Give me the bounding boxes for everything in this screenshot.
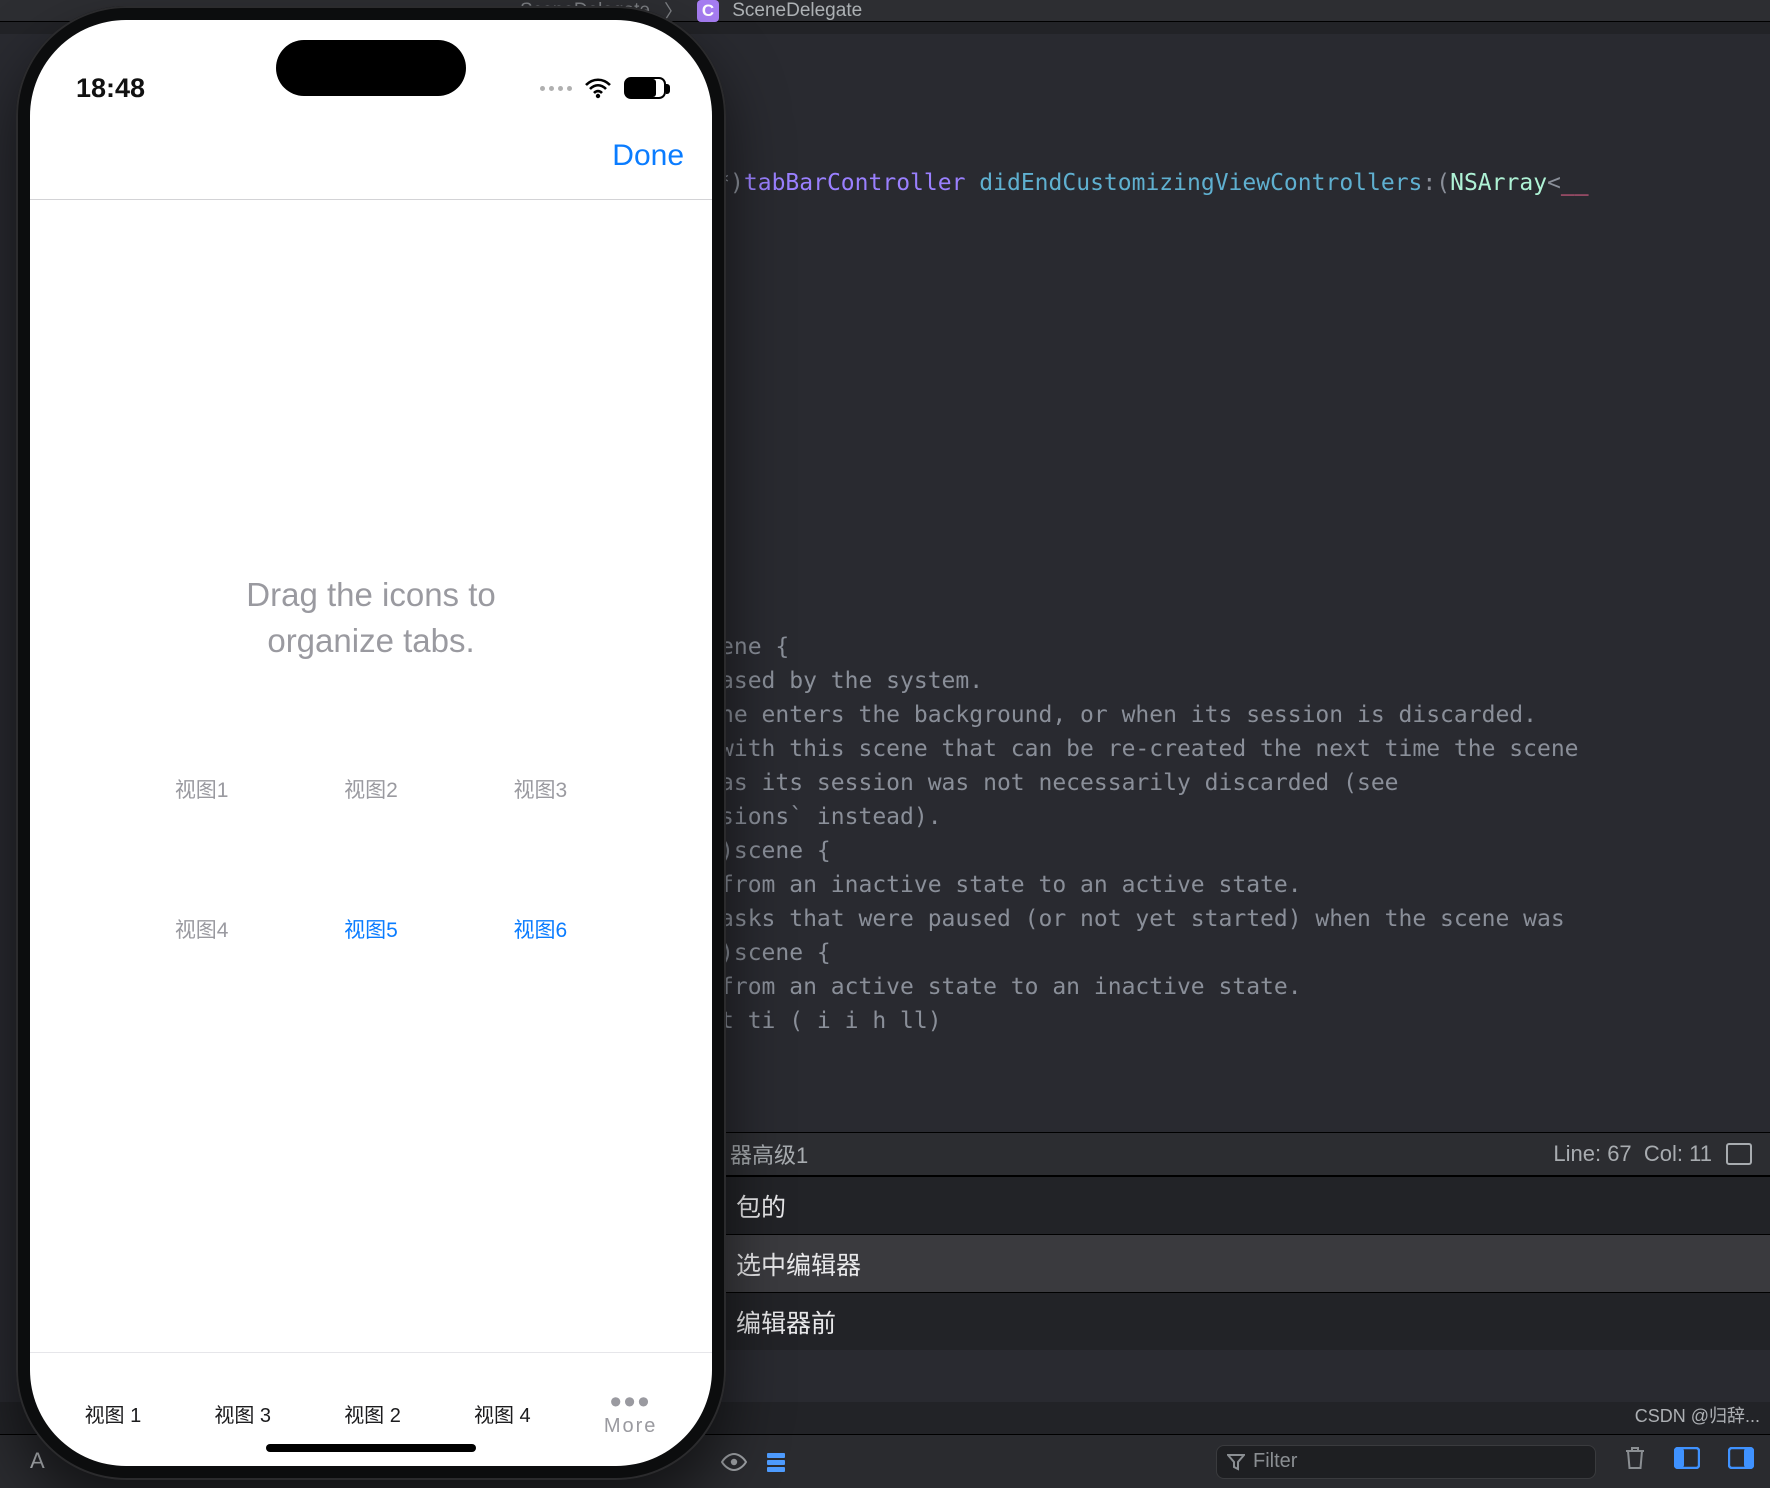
panel-left-icon[interactable] <box>1674 1447 1700 1476</box>
code-token: didEndCustomizingViewControllers <box>979 170 1422 196</box>
ios-navbar: Done <box>30 120 712 200</box>
panel-row[interactable]: 编辑器前 <box>712 1292 1770 1350</box>
code-line: asks that were paused (or not yet starte… <box>720 902 1770 936</box>
filter-placeholder: Filter <box>1253 1450 1297 1473</box>
tab-grid-item[interactable]: 视图5 <box>310 914 431 944</box>
tab-grid-item[interactable]: 视图6 <box>480 914 601 944</box>
editor-status-bar: 器高级1 Line: 67 Col: 11 <box>712 1132 1770 1176</box>
filter-field[interactable]: Filter <box>1216 1445 1596 1479</box>
tab-icon-grid: 视图1 视图2 视图3 视图4 视图5 视图6 <box>141 774 601 944</box>
code-line: ne enters the background, or when its se… <box>720 698 1770 732</box>
code-line: t ti ( i i h ll) <box>720 1004 1770 1038</box>
code-token: < <box>1547 170 1561 196</box>
status-line-label: Line: <box>1553 1141 1601 1167</box>
code-token: __ <box>1561 170 1589 196</box>
stack-icon[interactable] <box>762 1450 790 1474</box>
tabbar-more[interactable]: ••• More <box>604 1399 658 1438</box>
code-token: tabBarController <box>744 170 966 196</box>
eye-icon[interactable] <box>720 1450 748 1474</box>
minimap-toggle-icon[interactable] <box>1726 1143 1752 1165</box>
done-button[interactable]: Done <box>612 139 684 173</box>
recording-dots-icon <box>540 86 572 91</box>
code-line: from an inactive state to an active stat… <box>720 868 1770 902</box>
tab-grid-item[interactable]: 视图2 <box>310 774 431 804</box>
filter-icon <box>1227 1453 1245 1471</box>
breadcrumb-current-label: SceneDelegate <box>732 0 862 21</box>
tabbar-item[interactable]: 视图 2 <box>344 1399 401 1428</box>
panel-row[interactable]: 选中编辑器 <box>712 1234 1770 1292</box>
ios-screen: 18:48 Done Drag the icons to organize ta… <box>30 20 712 1466</box>
tabbar-item[interactable]: 视图 3 <box>214 1399 271 1428</box>
battery-icon <box>624 77 666 99</box>
code-line: ene { <box>720 630 1770 664</box>
status-doc-name: 器高级1 <box>730 1138 808 1170</box>
trash-icon[interactable] <box>1624 1446 1646 1477</box>
code-line: )scene { <box>720 834 1770 868</box>
code-line: from an active state to an inactive stat… <box>720 970 1770 1004</box>
status-time: 18:48 <box>76 73 145 104</box>
status-col-label: Col: <box>1644 1141 1683 1167</box>
code-token: :( <box>1422 170 1450 196</box>
bottom-panel-list: 包的选中编辑器编辑器前 <box>712 1176 1770 1350</box>
panel-right-icon[interactable] <box>1728 1447 1754 1476</box>
watermark: CSDN @归辞... <box>1635 1402 1760 1428</box>
status-col-value: 11 <box>1689 1141 1712 1167</box>
code-line: ased by the system. <box>720 664 1770 698</box>
tabbar-item[interactable]: 视图 4 <box>474 1399 531 1428</box>
home-indicator <box>266 1444 476 1452</box>
dynamic-island <box>276 40 466 96</box>
ios-simulator-frame: 18:48 Done Drag the icons to organize ta… <box>16 6 726 1480</box>
tab-grid-item[interactable]: 视图3 <box>480 774 601 804</box>
breadcrumb-current[interactable]: C SceneDelegate <box>697 0 862 22</box>
more-icon: ••• <box>604 1399 658 1405</box>
status-line-value: 67 <box>1607 1141 1631 1167</box>
tab-grid-item[interactable]: 视图1 <box>141 774 262 804</box>
organize-hint: Drag the icons to organize tabs. <box>246 572 495 664</box>
wifi-icon <box>584 77 612 99</box>
more-label: More <box>604 1415 658 1437</box>
code-line: sions` instead). <box>720 800 1770 834</box>
class-icon: C <box>697 0 719 22</box>
organize-tabs-view: Drag the icons to organize tabs. 视图1视图2视… <box>30 202 712 1356</box>
code-line: with this scene that can be re-created t… <box>720 732 1770 766</box>
tab-grid-item[interactable]: 视图4 <box>141 914 262 944</box>
hint-line-1: Drag the icons to <box>246 576 495 613</box>
hint-line-2: organize tabs. <box>267 622 474 659</box>
code-line: as its session was not necessarily disca… <box>720 766 1770 800</box>
panel-row[interactable]: 包的 <box>712 1176 1770 1234</box>
code-token: NSArray <box>1450 170 1547 196</box>
tabbar-item[interactable]: 视图 1 <box>85 1399 142 1428</box>
code-line: )scene { <box>720 936 1770 970</box>
